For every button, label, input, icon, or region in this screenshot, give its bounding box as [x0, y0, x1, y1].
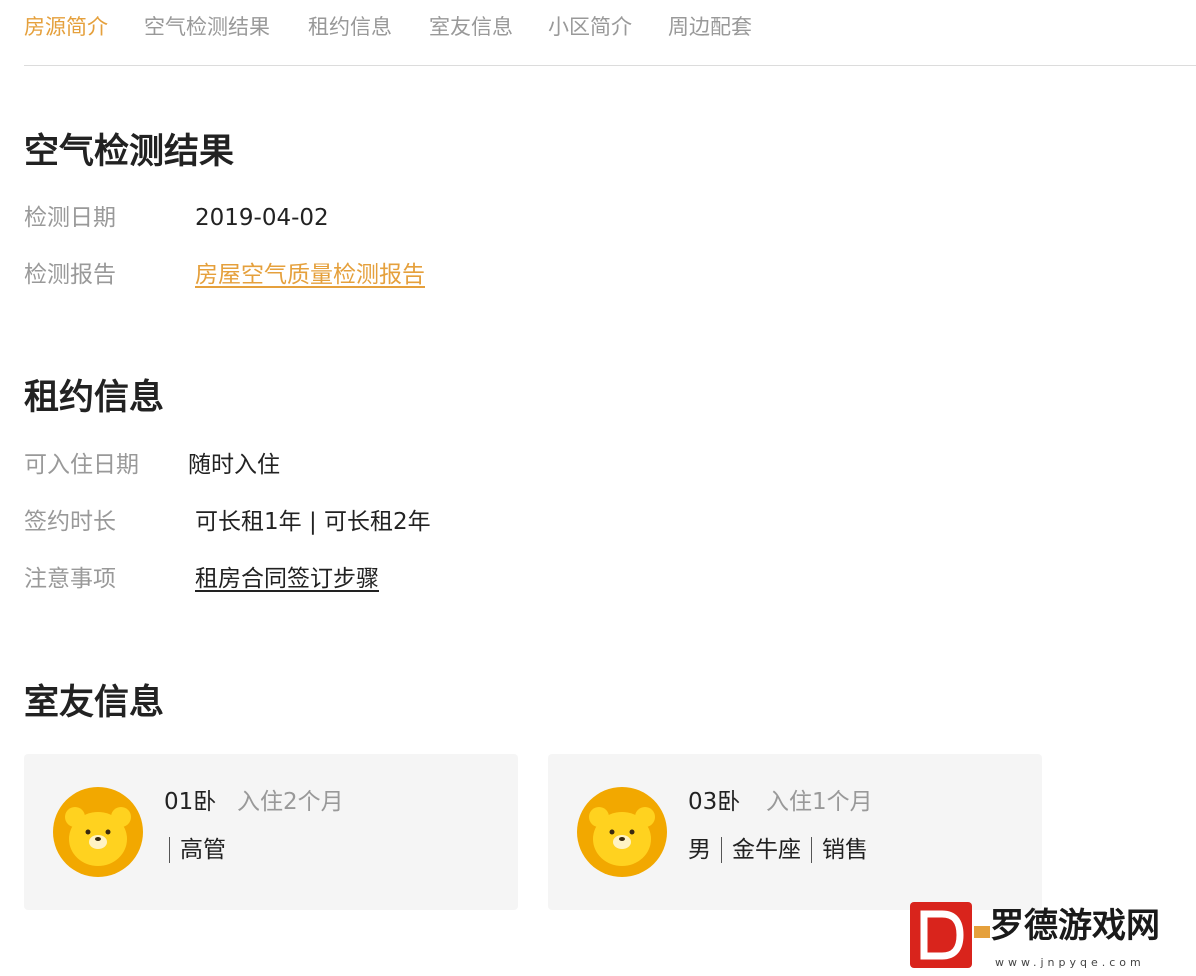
lease-title: 租约信息 — [24, 378, 165, 418]
bear-avatar-icon — [577, 787, 667, 877]
tag-separator — [721, 837, 722, 863]
roommate-tag: 销售 — [822, 837, 868, 863]
watermark-text: 罗德游戏网 — [990, 906, 1160, 946]
tag-separator — [811, 837, 812, 863]
tab-roommates[interactable]: 室友信息 — [429, 12, 513, 42]
tab-air-check[interactable]: 空气检测结果 — [144, 12, 270, 42]
roommate-stay: 入住2个月 — [237, 789, 344, 815]
roommate-tag: 金牛座 — [732, 837, 801, 863]
movein-label: 可入住日期 — [24, 452, 139, 478]
tag-separator — [169, 837, 170, 863]
air-check-title: 空气检测结果 — [24, 132, 235, 172]
tab-surroundings[interactable]: 周边配套 — [668, 12, 752, 42]
bear-avatar-icon — [53, 787, 143, 877]
tab-listing-intro[interactable]: 房源简介 — [24, 12, 108, 42]
roommate-card: 01卧 入住2个月 高管 — [24, 754, 518, 910]
roommates-title: 室友信息 — [24, 683, 165, 723]
roommate-card: 03卧 入住1个月 男 金牛座 销售 — [548, 754, 1042, 910]
check-date-label: 检测日期 — [24, 205, 116, 231]
notes-label: 注意事项 — [24, 566, 116, 592]
movein-value: 随时入住 — [188, 452, 280, 478]
roommate-room: 01卧 — [164, 789, 217, 815]
check-report-label: 检测报告 — [24, 262, 116, 288]
term-value: 可长租1年 | 可长租2年 — [195, 509, 431, 535]
roommate-tags: 男 金牛座 销售 — [688, 834, 868, 866]
roommate-room: 03卧 — [688, 789, 741, 815]
term-label: 签约时长 — [24, 509, 116, 535]
roommate-tag: 高管 — [180, 837, 226, 863]
watermark-url: www.jnpyqe.com — [995, 956, 1145, 969]
contract-steps-link[interactable]: 租房合同签订步骤 — [195, 563, 379, 595]
tab-community[interactable]: 小区简介 — [548, 12, 632, 42]
section-tabs: 房源简介 空气检测结果 租约信息 室友信息 小区简介 周边配套 — [24, 0, 1196, 66]
air-report-link[interactable]: 房屋空气质量检测报告 — [195, 259, 425, 291]
check-date-value: 2019-04-02 — [195, 205, 329, 231]
tab-lease-info[interactable]: 租约信息 — [308, 12, 392, 42]
roommate-tags: 高管 — [164, 834, 226, 866]
roommate-tag: 男 — [688, 837, 711, 863]
roommate-stay: 入住1个月 — [766, 789, 873, 815]
